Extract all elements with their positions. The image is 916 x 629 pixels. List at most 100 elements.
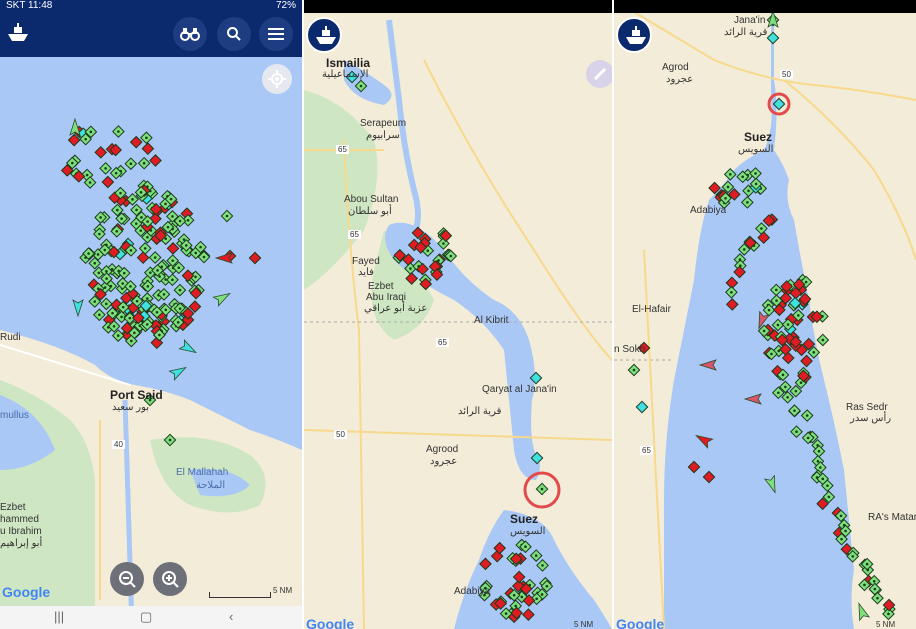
scale-label: 5 NM [574,620,594,629]
vessel-dot [442,242,445,245]
vessel-dot [99,216,102,219]
vessel-dot [115,229,119,233]
label-ibrahim-ar: أبو إبراهيم [0,538,43,549]
android-nav-bar: ||| ▢ ‹ [0,606,302,629]
vessel-dot [409,267,412,270]
vessel-dot [139,191,143,194]
vessel-dot [103,248,107,252]
vessel-dot [140,216,143,219]
vessel-dot [839,514,843,518]
ship-logo-icon[interactable] [0,16,36,52]
vessel-dot [149,271,152,274]
vessel-dot [776,323,780,327]
vessel-dot [540,593,544,596]
ship-logo-icon[interactable] [616,17,652,53]
vessel-dot [449,254,453,258]
vessel-dot [534,554,538,557]
label-sokhna: n Sokh [614,344,646,355]
vessel-dot [816,460,820,463]
zoom-in-icon[interactable] [153,562,187,596]
label-el-hafair: El-Hafair [632,304,671,315]
vessel-dot [171,278,174,282]
scale-bar [209,592,271,598]
label-agrod-ar: عجرود [666,74,694,85]
vessel-dot [155,310,159,314]
label-qaryat-ar: قرية الرائد [458,406,502,417]
vessel-dot [122,271,126,275]
vessel-dot [512,593,516,597]
vessel-dot [135,208,138,212]
vessel-dot [133,331,136,335]
vessel-dot [98,232,101,236]
scale-label: 5 NM [876,620,896,629]
recent-apps-icon[interactable]: ||| [54,609,64,624]
vessel-dot [545,584,549,588]
vessel-dot [887,612,890,616]
search-icon[interactable] [217,17,251,51]
zoom-out-icon[interactable] [110,562,144,596]
vessel-dot [145,136,148,140]
vessel-dot [129,285,132,288]
vessel-dot [840,537,843,541]
vessel-dot [194,251,198,255]
label-fayed-ar: فايد [358,267,374,278]
binoculars-icon[interactable] [173,17,207,51]
label-agrod: Agrod [662,62,689,73]
vessel-dot [760,227,763,230]
map-canvas[interactable] [0,0,302,629]
vessel-dot [797,314,800,317]
label-qaryat: Qaryat al Jana'in [482,384,557,395]
hamburger-menu-icon[interactable] [259,17,293,51]
vessel-dot [806,436,810,440]
vessel-dot [168,438,172,442]
label-adabiya: Adabiya [690,205,727,216]
vessel-dot [98,313,101,317]
label-fayed: Fayed [352,256,380,267]
vessel-dot [741,175,744,179]
vessel-dot [129,162,133,166]
vessel-dot [121,305,125,309]
status-battery: 72% [275,0,296,11]
ruler-icon[interactable] [586,60,612,88]
vessel-dot [146,285,150,288]
map-panel-port-said[interactable]: SKT 11:48 72% Rudi Port Said بور سعيد mu… [0,0,302,629]
vessel-dot [863,583,866,587]
vessel-dot [135,299,139,303]
label-suez-ar: السويس [510,526,546,537]
map-panel-gulf-of-suez[interactable]: Jana'in قرية الرائد Agrod عجرود Suez الس… [614,0,916,629]
vessel-dot [93,261,97,265]
vessel-dot [153,256,157,259]
vessel-dot [728,173,732,176]
vessel-dot [128,316,132,320]
map-panel-canal[interactable]: Ismailia الإسماعيلية Serapeum سرابيوم Ab… [304,0,612,629]
vessel-dot [767,308,771,312]
vessel-dot [186,219,190,222]
vessel-dot [178,307,182,310]
vessel-dot [164,237,168,241]
back-icon[interactable]: ‹ [229,609,233,624]
map-canvas[interactable] [304,0,612,629]
google-logo: Google [2,584,51,600]
vessel-dot [781,373,785,377]
vessel-dot [426,249,430,252]
vessel-dot [775,299,778,302]
vessel-dot [786,323,790,326]
label-janain: Jana'in [734,15,766,26]
label-suez-ar: السويس [738,144,774,155]
vessel-dot [178,288,182,292]
vessel-dot [202,255,206,259]
ship-logo-icon[interactable] [306,17,342,53]
vessel-dot [724,196,727,200]
vessel-dot [171,215,174,218]
status-carrier-time: SKT 11:48 [6,0,53,11]
vessel-dot [535,597,538,601]
vessel-dot [747,189,750,193]
vessel-dot [169,197,173,201]
vessel-dot [786,395,789,399]
vessel-dot [819,466,822,469]
label-el-mallahah-ar: الملاحة [196,480,226,491]
crosshair-locate-icon[interactable] [262,64,292,94]
home-icon[interactable]: ▢ [140,609,152,625]
vessel-dot [142,161,146,165]
road-badge-65a: 65 [336,145,349,154]
